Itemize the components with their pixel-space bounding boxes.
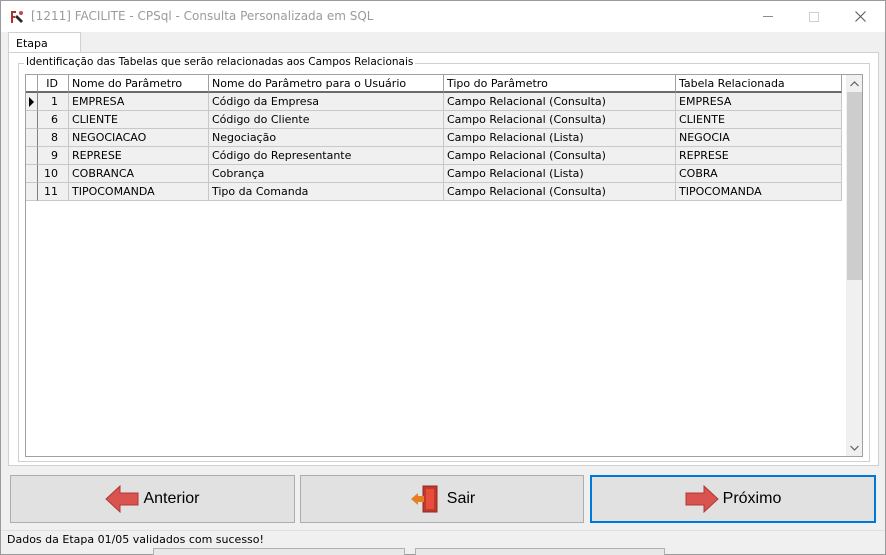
maximize-button[interactable] <box>791 1 837 32</box>
cell-usuario[interactable]: Tipo da Comanda <box>209 183 444 201</box>
row-pointer-icon <box>29 97 34 107</box>
row-indicator <box>26 147 38 165</box>
cell-usuario[interactable]: Código da Empresa <box>209 93 444 111</box>
scroll-thumb[interactable] <box>847 92 862 280</box>
cell-tabela[interactable]: NEGOCIA <box>676 129 842 147</box>
status-bar: Dados da Etapa 01/05 validados com suces… <box>1 530 885 548</box>
cell-tipo[interactable]: Campo Relacional (Consulta) <box>444 93 676 111</box>
sair-button[interactable]: Sair <box>300 475 584 523</box>
arrow-left-icon <box>105 484 139 514</box>
row-indicator <box>26 165 38 183</box>
cell-nome[interactable]: REPRESE <box>69 147 209 165</box>
cell-id[interactable]: 8 <box>38 129 69 147</box>
header-usuario[interactable]: Nome do Parâmetro para o Usuário <box>209 75 444 93</box>
cell-usuario[interactable]: Negociação <box>209 129 444 147</box>
table-row[interactable]: 8 NEGOCIACAO Negociação Campo Relacional… <box>26 129 842 147</box>
scroll-down-icon[interactable] <box>846 439 862 456</box>
cell-tipo[interactable]: Campo Relacional (Lista) <box>444 129 676 147</box>
cell-tipo[interactable]: Campo Relacional (Consulta) <box>444 183 676 201</box>
row-indicator <box>26 129 38 147</box>
cell-tabela[interactable]: REPRESE <box>676 147 842 165</box>
row-indicator <box>26 111 38 129</box>
header-id[interactable]: ID <box>38 75 69 93</box>
group-legend: Identificação das Tabelas que serão rela… <box>24 56 416 68</box>
cell-tipo[interactable]: Campo Relacional (Consulta) <box>444 111 676 129</box>
tab-etapa[interactable]: Etapa 02/05 <box>8 32 81 63</box>
anterior-label: Anterior <box>143 490 200 507</box>
cell-id[interactable]: 1 <box>38 93 69 111</box>
cell-nome[interactable]: EMPRESA <box>69 93 209 111</box>
cell-tipo[interactable]: Campo Relacional (Lista) <box>444 165 676 183</box>
params-group: Identificação das Tabelas que serão rela… <box>18 56 870 462</box>
vertical-scrollbar[interactable] <box>846 75 862 456</box>
header-indicator <box>26 75 38 93</box>
table-row[interactable]: 10 COBRANCA Cobrança Campo Relacional (L… <box>26 165 842 183</box>
cell-tabela[interactable]: EMPRESA <box>676 93 842 111</box>
cell-id[interactable]: 9 <box>38 147 69 165</box>
window-title: [1211] FACILITE - CPSql - Consulta Perso… <box>31 9 374 23</box>
proximo-label: Próximo <box>722 490 782 507</box>
params-grid[interactable]: ID Nome do Parâmetro Nome do Parâmetro p… <box>25 74 863 457</box>
header-tabela[interactable]: Tabela Relacionada <box>676 75 842 93</box>
cell-tabela[interactable]: COBRA <box>676 165 842 183</box>
cell-usuario[interactable]: Cobrança <box>209 165 444 183</box>
cell-id[interactable]: 6 <box>38 111 69 129</box>
cell-nome[interactable]: CLIENTE <box>69 111 209 129</box>
arrow-right-icon <box>685 484 719 514</box>
cell-id[interactable]: 10 <box>38 165 69 183</box>
row-indicator <box>26 93 38 111</box>
table-row[interactable]: 11 TIPOCOMANDA Tipo da Comanda Campo Rel… <box>26 183 842 201</box>
cell-tabela[interactable]: TIPOCOMANDA <box>676 183 842 201</box>
row-indicator <box>26 183 38 201</box>
cell-usuario[interactable]: Código do Representante <box>209 147 444 165</box>
app-icon <box>11 11 23 23</box>
minimize-button[interactable] <box>745 1 791 32</box>
table-row[interactable]: 6 CLIENTE Código do Cliente Campo Relaci… <box>26 111 842 129</box>
cell-nome[interactable]: COBRANCA <box>69 165 209 183</box>
grid-header: ID Nome do Parâmetro Nome do Parâmetro p… <box>26 75 842 93</box>
tab-panel: Identificação das Tabelas que serão rela… <box>8 52 879 466</box>
close-icon <box>854 11 866 22</box>
cell-tipo[interactable]: Campo Relacional (Consulta) <box>444 147 676 165</box>
cell-usuario[interactable]: Código do Cliente <box>209 111 444 129</box>
title-bar[interactable]: [1211] FACILITE - CPSql - Consulta Perso… <box>1 1 885 32</box>
main-window: [1211] FACILITE - CPSql - Consulta Perso… <box>0 0 886 555</box>
table-row[interactable]: 1 EMPRESA Código da Empresa Campo Relaci… <box>26 93 842 111</box>
exit-door-icon <box>410 485 438 513</box>
sair-label: Sair <box>446 490 476 507</box>
table-row[interactable]: 9 REPRESE Código do Representante Campo … <box>26 147 842 165</box>
scroll-up-icon[interactable] <box>846 75 862 92</box>
cell-tabela[interactable]: CLIENTE <box>676 111 842 129</box>
background-window-edge <box>415 548 665 555</box>
minimize-icon <box>763 16 773 17</box>
close-button[interactable] <box>837 1 883 32</box>
header-tipo[interactable]: Tipo do Parâmetro <box>444 75 676 93</box>
cell-nome[interactable]: TIPOCOMANDA <box>69 183 209 201</box>
anterior-button[interactable]: Anterior <box>10 475 295 523</box>
cell-id[interactable]: 11 <box>38 183 69 201</box>
header-nome[interactable]: Nome do Parâmetro <box>69 75 209 93</box>
proximo-button[interactable]: Próximo <box>590 475 876 523</box>
maximize-icon <box>809 11 819 22</box>
cell-nome[interactable]: NEGOCIACAO <box>69 129 209 147</box>
background-window-edge <box>153 548 405 555</box>
